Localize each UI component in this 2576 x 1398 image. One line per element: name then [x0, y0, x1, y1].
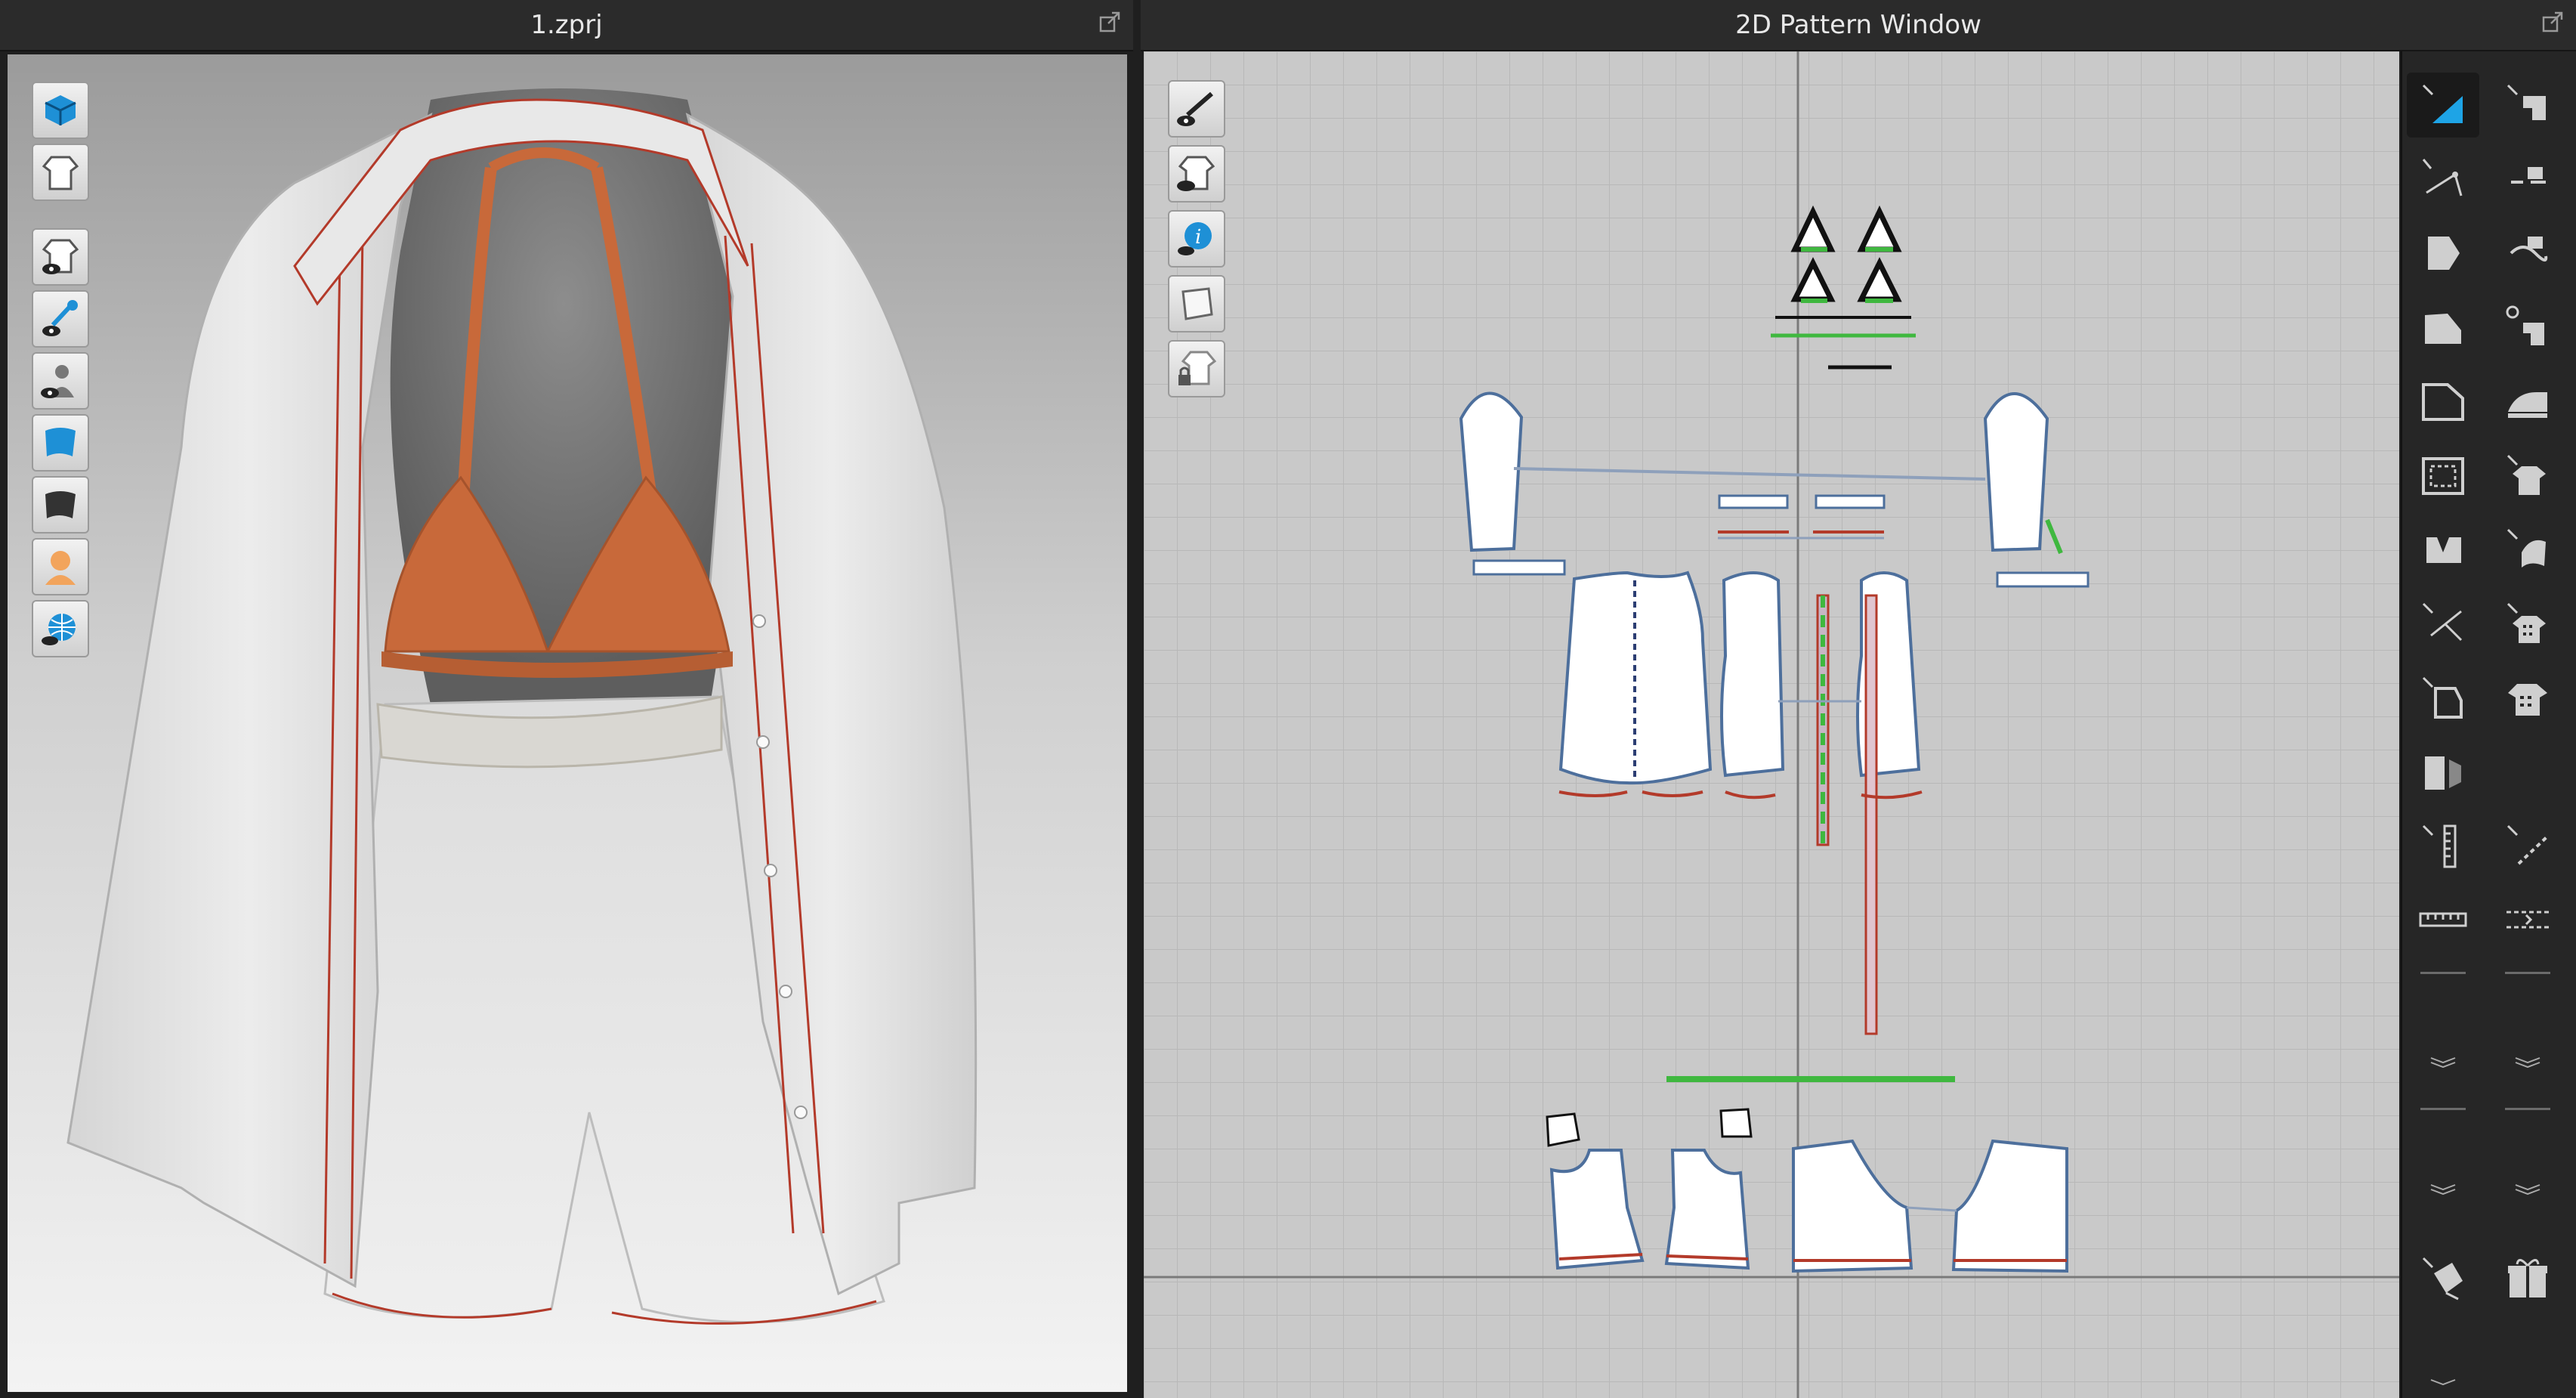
pop-out-icon[interactable] — [1098, 11, 1121, 33]
show-garment-icon[interactable] — [32, 228, 89, 286]
cut-line-icon[interactable] — [2407, 591, 2479, 656]
fabric-edit-icon[interactable] — [2491, 517, 2564, 582]
shaded-view-icon[interactable] — [32, 476, 89, 534]
avatar-measure-icon[interactable] — [2407, 1245, 2479, 1310]
fold-icon[interactable] — [2407, 739, 2479, 804]
pattern-toolbar — [2401, 51, 2576, 1398]
garment-3d-render — [66, 88, 978, 1325]
texture-view-icon[interactable] — [32, 414, 89, 472]
show-avatar-icon[interactable] — [32, 352, 89, 410]
show-pattern-icon[interactable] — [1168, 145, 1225, 203]
garment-style-icon[interactable] — [2491, 443, 2564, 508]
bodice-pieces[interactable] — [1558, 571, 1923, 1035]
edit-point-line-icon[interactable] — [2407, 147, 2479, 212]
3d-viewport[interactable] — [8, 54, 1127, 1392]
2d-window-title: 2D Pattern Window — [1735, 10, 1981, 40]
check-sewing-icon[interactable] — [2491, 295, 2564, 360]
steam-iron-icon[interactable] — [2491, 369, 2564, 434]
texture-icon[interactable] — [1168, 275, 1225, 332]
ruler-icon[interactable] — [2407, 887, 2479, 952]
environment-icon[interactable] — [32, 600, 89, 657]
bikini-cup-pieces[interactable] — [1771, 205, 1916, 370]
pattern-canvas — [1144, 51, 2399, 1398]
expand-chevron-icon[interactable] — [2428, 1378, 2458, 1390]
2d-pattern-viewport[interactable]: i — [1144, 51, 2399, 1398]
transform-pattern-icon[interactable] — [2407, 221, 2479, 286]
free-sewing-icon[interactable] — [2491, 147, 2564, 212]
dart-icon[interactable] — [2407, 517, 2479, 582]
gift-box-icon[interactable] — [2491, 1245, 2564, 1310]
rectangle-icon[interactable] — [2407, 369, 2479, 434]
topstitch-icon[interactable] — [2491, 813, 2564, 878]
polygon-icon[interactable] — [2407, 295, 2479, 360]
show-pins-icon[interactable] — [32, 290, 89, 348]
edit-pattern-icon[interactable] — [2407, 73, 2479, 138]
measure-icon[interactable] — [2407, 813, 2479, 878]
graphic-icon[interactable] — [2491, 665, 2564, 730]
texture-edit-icon[interactable] — [2491, 591, 2564, 656]
expand-chevron-icon[interactable] — [2513, 1183, 2543, 1195]
m-n-sewing-icon[interactable] — [2491, 221, 2564, 286]
2d-window-header: 2D Pattern Window — [1141, 0, 2576, 51]
sleeve-pieces[interactable] — [1459, 391, 2090, 588]
avatar-skin-icon[interactable] — [32, 538, 89, 595]
3d-window-header: 1.zprj — [0, 0, 1133, 51]
expand-chevron-icon[interactable] — [2428, 1183, 2458, 1195]
lock-pattern-icon[interactable] — [1168, 340, 1225, 397]
pop-out-icon[interactable] — [2541, 11, 2564, 33]
trace-icon[interactable] — [2407, 665, 2479, 730]
expand-chevron-icon[interactable] — [2513, 1056, 2543, 1069]
simulation-icon[interactable] — [32, 82, 89, 139]
segment-topstitch-icon[interactable] — [2491, 887, 2564, 952]
segment-sewing-icon[interactable] — [2491, 73, 2564, 138]
avatar-garment-icon[interactable] — [32, 144, 89, 201]
show-baseline-icon[interactable] — [1168, 80, 1225, 138]
internal-rectangle-icon[interactable] — [2407, 443, 2479, 508]
info-icon[interactable]: i — [1168, 210, 1225, 268]
shorts-pieces[interactable] — [1546, 1108, 2068, 1273]
svg-text:i: i — [1195, 226, 1201, 249]
expand-chevron-icon[interactable] — [2428, 1056, 2458, 1069]
3d-window-title: 1.zprj — [530, 10, 603, 40]
cuff-pieces[interactable] — [1718, 494, 1886, 540]
